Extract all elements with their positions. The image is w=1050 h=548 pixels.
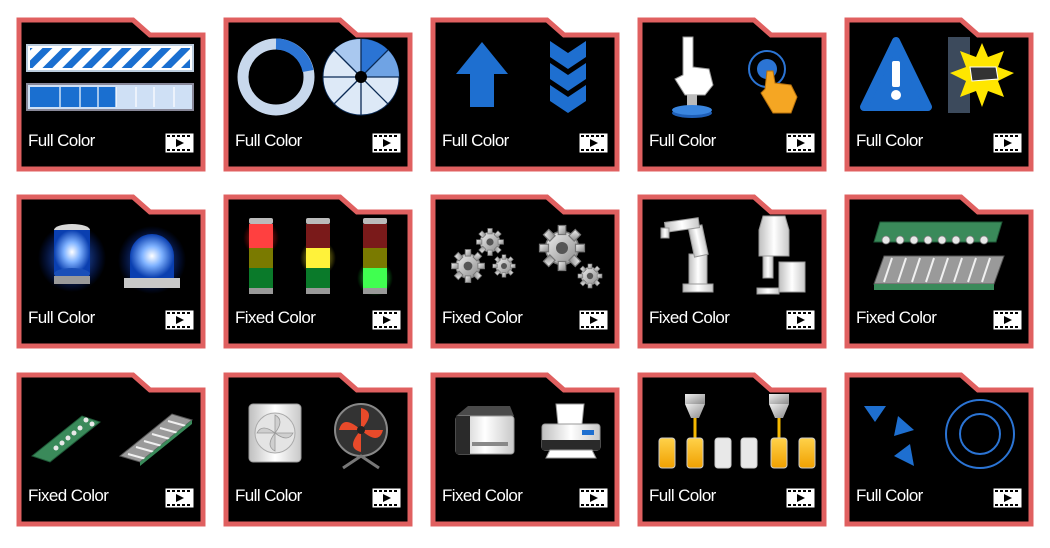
video-preview-icon[interactable] — [993, 488, 1022, 508]
card-label: Fixed Color — [856, 308, 937, 327]
symbol-card[interactable]: Fixed Color — [16, 372, 206, 527]
roller-conveyor-icon — [873, 221, 1003, 245]
art-diagonal-conveyors — [30, 413, 194, 466]
symbol-card[interactable]: Full Color — [223, 17, 413, 172]
card-label: Full Color — [442, 131, 509, 150]
hand-danger-icon — [948, 37, 1014, 113]
video-preview-icon[interactable] — [165, 310, 194, 330]
video-preview-icon[interactable] — [372, 488, 401, 508]
symbol-card[interactable]: Fixed Color — [430, 194, 620, 349]
symbol-card[interactable]: Full Color — [844, 372, 1034, 527]
art-progress-bars — [26, 44, 194, 111]
robot-arm-icon — [660, 217, 714, 293]
art-warning — [860, 37, 1014, 113]
symbol-card[interactable]: Full Color — [16, 17, 206, 172]
video-preview-icon[interactable] — [372, 310, 401, 330]
video-preview-icon[interactable] — [372, 133, 401, 153]
art-blue-lamps — [38, 224, 186, 294]
art-signal-towers — [243, 218, 393, 296]
signal-tower-green-icon — [357, 218, 393, 296]
card-label: Fixed Color — [28, 486, 109, 505]
gear-pair-icon — [538, 224, 603, 289]
signal-tower-yellow-icon — [300, 218, 336, 294]
card-label: Full Color — [649, 486, 716, 505]
symbol-card[interactable]: Fixed Color — [223, 194, 413, 349]
video-preview-icon[interactable] — [165, 133, 194, 153]
gear-cluster-icon — [450, 228, 516, 284]
symbol-card[interactable]: Full Color — [844, 17, 1034, 172]
flat-conveyor-icon — [873, 255, 1005, 290]
art-conveyors — [873, 221, 1005, 290]
art-arrows — [456, 41, 586, 113]
concentric-circle-icon — [945, 399, 1015, 469]
video-preview-icon[interactable] — [579, 310, 608, 330]
video-preview-icon[interactable] — [993, 133, 1022, 153]
card-label: Full Color — [235, 131, 302, 150]
art-filling — [658, 394, 816, 469]
inkjet-printer-icon — [541, 403, 601, 459]
ring-progress-icon — [237, 38, 315, 116]
filling-nozzle-icon — [658, 394, 732, 469]
video-preview-icon[interactable] — [579, 488, 608, 508]
warning-exclamation-icon — [860, 37, 932, 111]
signal-tower-red-icon — [243, 218, 279, 294]
card-label: Full Color — [28, 308, 95, 327]
symbol-card[interactable]: Fixed Color — [430, 372, 620, 527]
card-label: Fixed Color — [235, 308, 316, 327]
card-label: Fixed Color — [442, 486, 523, 505]
ventilation-fan-icon — [248, 403, 302, 463]
filling-bottles-icon — [740, 394, 816, 469]
symbol-card[interactable]: Full Color — [16, 194, 206, 349]
card-label: Full Color — [235, 486, 302, 505]
art-circular-meters — [237, 38, 400, 116]
diagonal-roller-conveyor-icon — [118, 413, 194, 466]
card-label: Fixed Color — [442, 308, 523, 327]
blue-dome-beacon-icon — [118, 226, 186, 294]
rotating-triangles-icon — [864, 406, 914, 466]
video-preview-icon[interactable] — [165, 488, 194, 508]
striped-progress-bar-icon — [26, 44, 194, 72]
art-shapes — [864, 399, 1015, 469]
card-label: Fixed Color — [649, 308, 730, 327]
symbol-card[interactable]: Full Color — [223, 372, 413, 527]
symbol-card[interactable]: Fixed Color — [844, 194, 1034, 349]
standing-fan-icon — [334, 403, 388, 470]
symbol-card[interactable]: Full Color — [430, 17, 620, 172]
up-arrow-icon — [456, 42, 508, 107]
finger-tap-icon — [748, 50, 798, 114]
card-label: Full Color — [649, 131, 716, 150]
down-chevrons-icon — [550, 41, 586, 113]
card-label: Full Color — [28, 131, 95, 150]
video-preview-icon[interactable] — [786, 488, 815, 508]
desktop-printer-icon — [455, 406, 515, 455]
art-touch — [672, 36, 798, 118]
symbol-card[interactable]: Full Color — [637, 372, 827, 527]
card-label: Full Color — [856, 131, 923, 150]
symbol-card[interactable]: Full Color — [637, 17, 827, 172]
segmented-progress-bar-icon — [26, 83, 194, 111]
art-robots — [660, 215, 806, 295]
hand-press-button-icon — [672, 36, 714, 118]
blue-cylinder-lamp-icon — [38, 224, 106, 292]
art-fans — [248, 403, 388, 470]
video-preview-icon[interactable] — [993, 310, 1022, 330]
symbol-card[interactable]: Fixed Color — [637, 194, 827, 349]
video-preview-icon[interactable] — [786, 133, 815, 153]
art-gears — [450, 224, 603, 289]
video-preview-icon[interactable] — [786, 310, 815, 330]
video-preview-icon[interactable] — [579, 133, 608, 153]
pie-segments-icon — [322, 38, 400, 116]
diagonal-belt-conveyor-icon — [30, 415, 102, 463]
robot-cell-icon — [756, 215, 806, 295]
card-label: Full Color — [856, 486, 923, 505]
art-printers — [455, 403, 601, 459]
